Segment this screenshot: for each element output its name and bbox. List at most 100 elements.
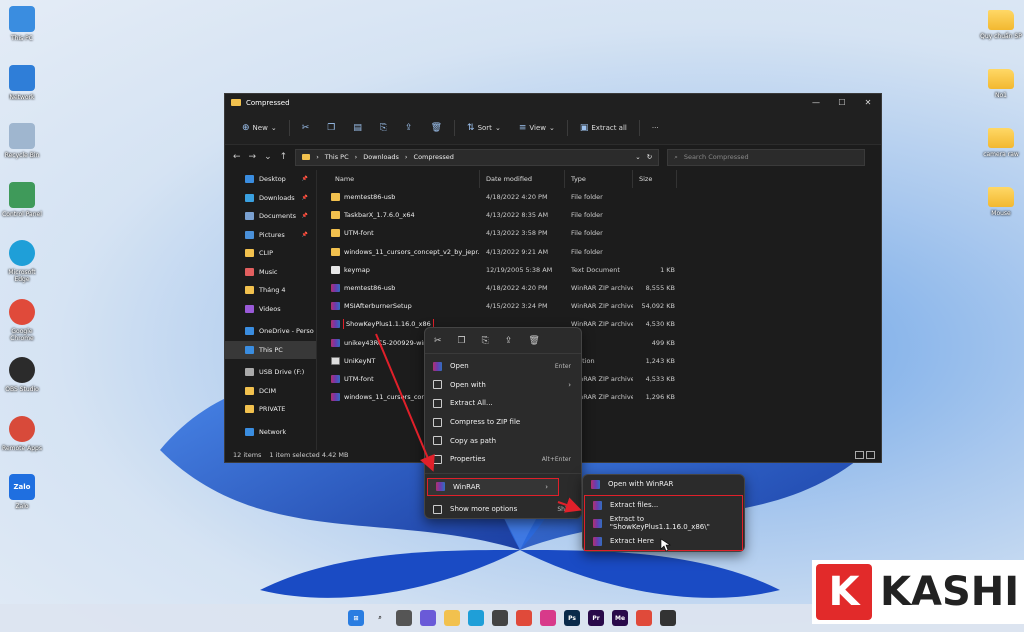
file-row[interactable]: memtest86-usb 4/18/2022 4:20 PM WinRAR ZIP… — [325, 279, 877, 297]
up-icon[interactable]: ↑ — [280, 152, 288, 162]
nav-item[interactable]: Downloads 📌 — [225, 189, 316, 208]
nav-item[interactable]: Music — [225, 263, 316, 282]
edge-icon[interactable] — [468, 610, 484, 626]
app-icon[interactable] — [636, 610, 652, 626]
new-button[interactable]: ⊕ New ⌄ — [233, 123, 286, 133]
refresh-icon[interactable]: ↻ — [647, 153, 652, 161]
photoshop-icon[interactable]: Ps — [564, 610, 580, 626]
column-name[interactable]: Name — [325, 170, 480, 188]
details-view-icon[interactable] — [855, 451, 864, 459]
nav-item[interactable]: This PC — [225, 340, 316, 359]
file-explorer-icon[interactable] — [444, 610, 460, 626]
desktop-icon-network[interactable]: Network — [0, 64, 44, 101]
task-view-icon[interactable] — [396, 610, 412, 626]
desktop-icon-edge[interactable]: Microsoft Edge — [0, 240, 44, 283]
tiles-view-icon[interactable] — [866, 451, 875, 459]
submenu-extract-files[interactable]: Extract files... — [585, 496, 742, 514]
nav-item[interactable]: Documents 📌 — [225, 207, 316, 226]
premiere-icon[interactable]: Pr — [588, 610, 604, 626]
nav-item[interactable]: Desktop 📌 — [225, 170, 316, 189]
rename-button[interactable]: ⎘ — [371, 123, 396, 133]
address-bar[interactable]: › This PC › Downloads › Compressed ⌄ ↻ — [295, 148, 660, 166]
nav-item[interactable]: DCIM — [225, 382, 316, 401]
instagram-icon[interactable] — [540, 610, 556, 626]
rename-icon[interactable]: ⎘ — [482, 336, 489, 346]
context-item-copy-as-path[interactable]: Copy as path — [425, 431, 581, 450]
context-item-extract-all[interactable]: Extract All... — [425, 394, 581, 413]
desktop-icon-control-panel[interactable]: Control Panel — [0, 181, 44, 218]
file-row[interactable]: keymap 12/19/2005 5:38 AM Text Document 1 K… — [325, 261, 877, 279]
breadcrumb-compressed[interactable]: Compressed — [414, 153, 454, 161]
extract-all-button[interactable]: ▣ Extract all — [571, 123, 636, 133]
recent-chevron-icon[interactable]: ⌄ — [264, 152, 272, 162]
search-icon[interactable]: ⌕ — [372, 610, 388, 626]
context-item-open-with[interactable]: Open with › — [425, 376, 581, 395]
file-row[interactable]: unikey43RC5-200929-win64 499 KB — [325, 334, 877, 352]
desktop-icon-chrome[interactable]: Google Chrome — [0, 298, 44, 342]
breadcrumb-this-pc[interactable]: This PC — [325, 153, 349, 161]
context-item-open[interactable]: Open Enter — [425, 357, 581, 376]
delete-button[interactable]: 🗑 — [422, 123, 451, 133]
cut-button[interactable]: ✂ — [293, 123, 319, 133]
media-encoder-icon[interactable]: Me — [612, 610, 628, 626]
start-icon[interactable]: ⊞ — [348, 610, 364, 626]
nav-item[interactable]: Videos — [225, 300, 316, 319]
share-button[interactable]: ⇪ — [396, 123, 422, 133]
context-item-show-more[interactable]: Show more options Shift — [425, 500, 581, 519]
desktop-icon-obs[interactable]: OBS Studio — [0, 357, 44, 393]
column-date[interactable]: Date modified — [480, 170, 565, 188]
search-box[interactable]: ⌕ Search Compressed — [667, 148, 866, 166]
copy-icon[interactable]: ❐ — [458, 336, 466, 346]
copy-button[interactable]: ❐ — [318, 123, 344, 133]
share-icon[interactable]: ⇪ — [505, 336, 513, 346]
file-row[interactable]: windows_11_cursors_concept WinRAR ZIP arc… — [325, 388, 877, 406]
cut-icon[interactable]: ✂ — [434, 336, 442, 346]
view-button[interactable]: ≡ View ⌄ — [510, 123, 564, 133]
submenu-extract-here[interactable]: Extract Here — [585, 532, 742, 550]
desktop-icon-monitor[interactable]: This PC — [0, 6, 44, 42]
file-row[interactable]: ShowKeyPlus1.1.16.0_x86 WinRAR ZIP archiv… — [325, 315, 877, 333]
context-item-properties[interactable]: Properties Alt+Enter — [425, 450, 581, 469]
sort-button[interactable]: ⇅ Sort ⌄ — [458, 123, 510, 133]
nav-item[interactable]: CLIP — [225, 244, 316, 263]
desktop-folder[interactable]: No1 — [979, 65, 1023, 99]
column-size[interactable]: Size — [633, 170, 677, 188]
nav-item[interactable]: Network — [225, 423, 316, 442]
nav-item[interactable]: OneDrive - Perso — [225, 322, 316, 341]
file-row[interactable]: windows_11_cursors_concept_v2_by_jepr...… — [325, 243, 877, 261]
desktop-icon-chrome-remote[interactable]: Remote Apps — [0, 415, 44, 452]
maximize-button[interactable]: ☐ — [829, 98, 855, 107]
column-type[interactable]: Type — [565, 170, 633, 188]
store-icon[interactable] — [492, 610, 508, 626]
nav-item[interactable]: PRIVATE — [225, 400, 316, 419]
desktop-folder[interactable]: Mouse — [979, 183, 1023, 217]
delete-icon[interactable]: 🗑 — [528, 336, 539, 346]
desktop-folder[interactable]: camera raw — [979, 124, 1023, 158]
file-row[interactable]: MSIAfterburnerSetup 4/15/2022 3:24 PM WinR… — [325, 297, 877, 315]
context-item-compress-to-zip-file[interactable]: Compress to ZIP file — [425, 413, 581, 432]
desktop-icon-zalo[interactable]: Zalo Zalo — [0, 474, 44, 510]
breadcrumb-downloads[interactable]: Downloads — [363, 153, 399, 161]
submenu-extract-to-folder[interactable]: Extract to "ShowKeyPlus1.1.16.0_x86\" — [585, 514, 742, 532]
close-button[interactable]: ✕ — [855, 98, 881, 107]
context-item-winrar[interactable]: WinRAR › — [427, 477, 559, 497]
obs-icon[interactable] — [660, 610, 676, 626]
file-row[interactable]: TaskbarX_1.7.6.0_x64 4/13/2022 8:35 AM Fil… — [325, 206, 877, 224]
minimize-button[interactable]: — — [803, 98, 829, 107]
forward-icon[interactable]: → — [249, 152, 257, 162]
chevron-down-icon[interactable]: ⌄ — [635, 153, 640, 161]
more-button[interactable]: ··· — [643, 124, 668, 132]
nav-item[interactable]: USB Drive (F:) — [225, 363, 316, 382]
back-icon[interactable]: ← — [233, 152, 241, 162]
file-row[interactable]: memtest86-usb 4/18/2022 4:20 PM File folde… — [325, 188, 877, 206]
teams-icon[interactable] — [420, 610, 436, 626]
paste-button[interactable]: ▤ — [344, 123, 371, 133]
title-bar[interactable]: Compressed — ☐ ✕ — [225, 94, 881, 111]
chrome-icon[interactable] — [516, 610, 532, 626]
file-row[interactable]: UTM-font 4/13/2022 3:58 PM File folder — [325, 224, 877, 242]
submenu-open-with-winrar[interactable]: Open with WinRAR — [583, 475, 744, 493]
nav-item[interactable]: Pictures 📌 — [225, 226, 316, 245]
desktop-icon-recycle-bin[interactable]: Recycle Bin — [0, 123, 44, 159]
file-row[interactable]: UTM-font WinRAR ZIP archive 4,533 KB — [325, 370, 877, 388]
file-row[interactable]: UniKeyNT lication 1,243 KB — [325, 352, 877, 370]
